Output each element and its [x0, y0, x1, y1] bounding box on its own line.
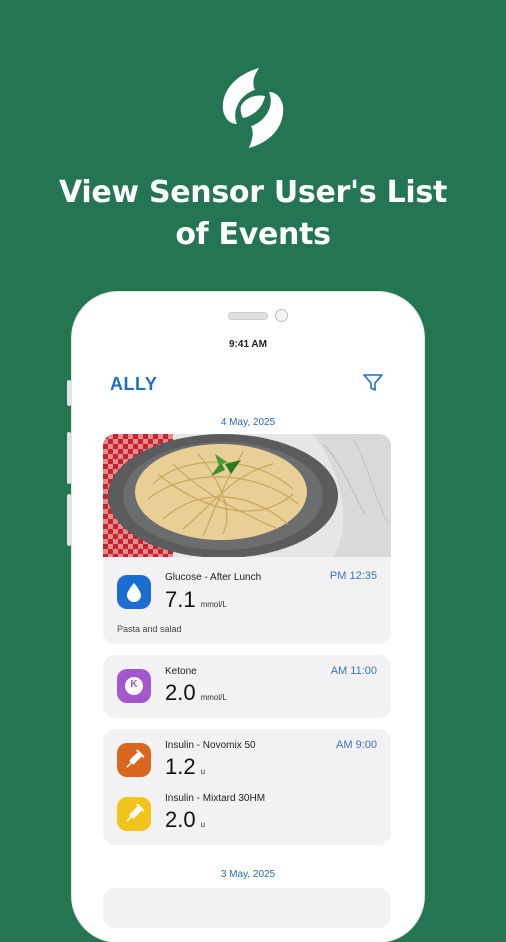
date-header: 4 May, 2025: [220, 417, 276, 428]
glucose-event-note: Pasta and salad: [117, 624, 182, 634]
event-card-ketone[interactable]: K Ketone AM 11:00 2.0 mmol/L: [103, 655, 391, 718]
glucose-event-name: Glucose - After Lunch: [165, 572, 262, 583]
event-card-glucose[interactable]: Glucose - After Lunch PM 12:35 7.1 mmol/L…: [103, 434, 391, 644]
headline-line-2: of Events: [175, 217, 331, 252]
phone-camera: [275, 309, 288, 322]
drop-icon: [127, 583, 141, 602]
glucose-unit: mmol/L: [200, 600, 227, 609]
insulin-mixtard-event-reading: 2.0 u: [165, 807, 205, 833]
date-header: 3 May, 2025: [220, 869, 276, 880]
insulin-mixtard-unit: u: [200, 820, 206, 829]
glucose-event-time: PM 12:35: [329, 570, 377, 582]
glucose-event-icon: [117, 575, 151, 609]
glucose-value: 7.1: [165, 587, 196, 612]
status-bar-time: 9:41 AM: [229, 339, 267, 350]
insulin-novomix-event-icon: [117, 743, 151, 777]
event-card-insulin[interactable]: Insulin - Novomix 50 AM 9:00 1.2 u Insuli…: [103, 729, 391, 845]
phone-side-button-mute: [67, 380, 71, 406]
ketone-unit: mmol/L: [200, 693, 227, 702]
syringe-icon: [126, 749, 145, 768]
meal-photo: [103, 434, 391, 557]
insulin-mixtard-event-icon: [117, 797, 151, 831]
headline: View Sensor User's List of Events: [0, 172, 506, 256]
filter-icon[interactable]: [362, 373, 384, 393]
insulin-novomix-value: 1.2: [165, 754, 196, 779]
insulin-novomix-event-name: Insulin - Novomix 50: [165, 740, 256, 751]
headline-line-1: View Sensor User's List: [58, 175, 448, 210]
ketone-event-time: AM 11:00: [330, 665, 377, 677]
insulin-novomix-event-reading: 1.2 u: [165, 754, 205, 780]
phone-side-button-volume-up: [67, 432, 71, 484]
leaf-logo-icon: [222, 68, 284, 148]
insulin-mixtard-event-name: Insulin - Mixtard 30HM: [165, 793, 266, 804]
ketone-value: 2.0: [165, 680, 196, 705]
ketone-icon-letter: K: [130, 679, 138, 690]
ketone-event-reading: 2.0 mmol/L: [165, 680, 227, 706]
phone-speaker: [228, 312, 268, 320]
phone-side-button-volume-down: [67, 494, 71, 546]
syringe-icon: [126, 803, 145, 822]
insulin-mixtard-value: 2.0: [165, 807, 196, 832]
insulin-novomix-unit: u: [200, 767, 206, 776]
event-card-partial[interactable]: [103, 888, 391, 928]
ketone-event-name: Ketone: [165, 666, 197, 677]
glucose-event-reading: 7.1 mmol/L: [165, 587, 227, 613]
insulin-novomix-event-time: AM 9:00: [336, 739, 377, 751]
phone-frame: 9:41 AM ALLY 4 May, 2025 Glucose - After…: [72, 292, 424, 942]
ketone-event-icon: K: [117, 669, 151, 703]
app-title: ALLY: [110, 374, 158, 394]
